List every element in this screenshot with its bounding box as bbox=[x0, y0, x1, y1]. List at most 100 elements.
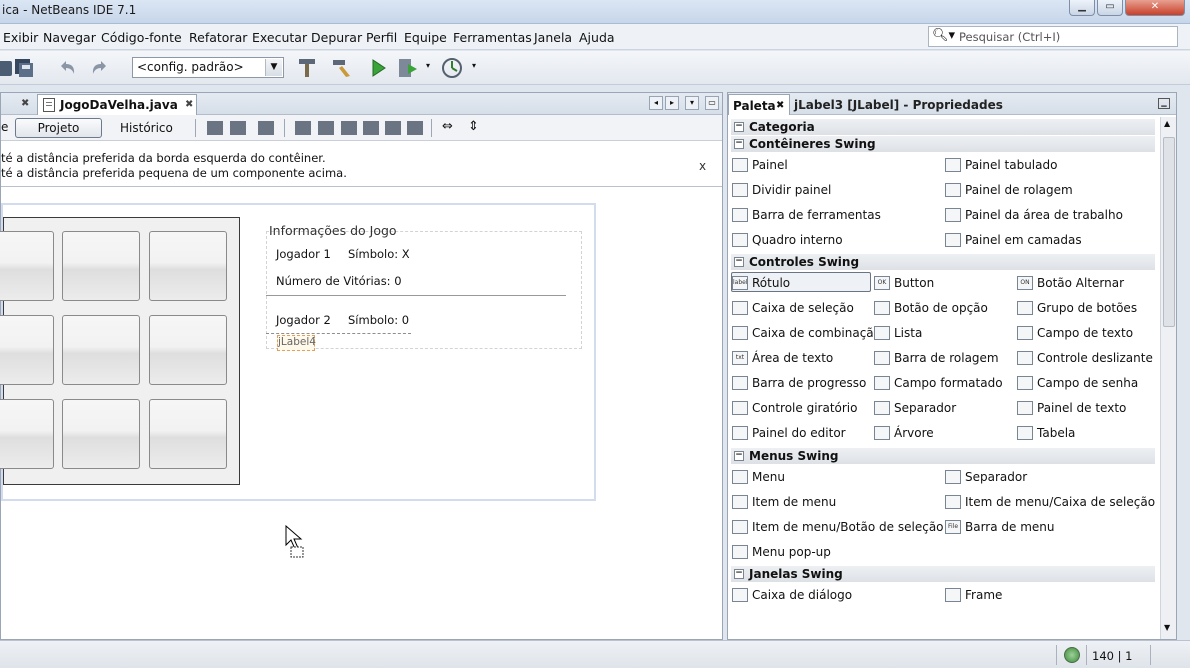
board-cell[interactable] bbox=[149, 231, 227, 301]
notification-globe-icon[interactable] bbox=[1064, 647, 1080, 663]
build-hammer-icon[interactable] bbox=[295, 56, 319, 80]
menu-bar-icon: File bbox=[945, 520, 961, 534]
category-menus[interactable]: − Menus Swing bbox=[731, 448, 1155, 464]
jframe-form[interactable]: Informações do Jogo Jogador 1 Símbolo: X… bbox=[0, 203, 596, 501]
menu-codigo-fonte[interactable]: Código-fonte bbox=[101, 30, 182, 45]
scroll-thumb[interactable] bbox=[1163, 137, 1175, 327]
selection-mode-icon[interactable] bbox=[207, 121, 223, 135]
change-vertical-resizability-icon[interactable]: ⇕ bbox=[468, 119, 479, 134]
search-box[interactable]: 🔍︎▾ Pesquisar (Ctrl+I) bbox=[928, 26, 1178, 47]
minimize-window-icon[interactable]: ▁ bbox=[1158, 98, 1170, 109]
configuration-select[interactable]: <config. padrão> ▼ bbox=[132, 57, 284, 78]
toolbar-separator bbox=[195, 119, 196, 137]
change-horizontal-resizability-icon[interactable]: ⇔ bbox=[442, 119, 453, 134]
menu-depurar[interactable]: Depurar bbox=[311, 30, 362, 45]
separator-line[interactable] bbox=[266, 295, 566, 296]
caret-position: 140 | 1 bbox=[1092, 649, 1133, 663]
close-tab-icon[interactable]: ✖ bbox=[185, 99, 193, 110]
menu-exibir[interactable]: Exibir bbox=[3, 30, 38, 45]
scroll-down-icon[interactable]: ▼ bbox=[1164, 623, 1170, 632]
close-button[interactable]: ✕ bbox=[1125, 0, 1185, 16]
align-right-icon[interactable] bbox=[318, 121, 334, 135]
minimize-button[interactable]: ▁ bbox=[1069, 0, 1095, 16]
palette-item-rotulo[interactable]: label Rótulo bbox=[731, 272, 871, 292]
chevron-down-icon: ▼ bbox=[265, 59, 282, 76]
redo-icon[interactable] bbox=[88, 56, 112, 80]
tab-design[interactable]: Projeto bbox=[15, 118, 102, 138]
category-header[interactable]: − Categoria bbox=[731, 119, 1155, 135]
player1-label[interactable]: Jogador 1 bbox=[276, 247, 331, 261]
board-cell[interactable] bbox=[0, 315, 54, 385]
board-cell[interactable] bbox=[149, 399, 227, 469]
menu-ajuda[interactable]: Ajuda bbox=[579, 30, 615, 45]
clean-build-icon[interactable] bbox=[330, 56, 354, 80]
board-cell[interactable] bbox=[62, 231, 140, 301]
tab-list-icon[interactable]: ▾ bbox=[685, 96, 699, 110]
close-hint-button[interactable]: x bbox=[699, 159, 706, 173]
player2-symbol-label[interactable]: Símbolo: 0 bbox=[348, 313, 409, 327]
text-pane-icon bbox=[1017, 401, 1033, 415]
wins-label[interactable]: Número de Vitórias: 0 bbox=[276, 274, 402, 288]
center-vertical-icon[interactable] bbox=[407, 121, 423, 135]
design-canvas[interactable]: Informações do Jogo Jogador 1 Símbolo: X… bbox=[0, 187, 722, 639]
dialog-icon bbox=[732, 588, 748, 602]
palette-window: Paleta ✖ jLabel3 [JLabel] - Propriedades… bbox=[727, 92, 1177, 640]
menu-equipe[interactable]: Equipe bbox=[404, 30, 447, 45]
debug-icon[interactable] bbox=[396, 56, 420, 80]
profile-icon[interactable] bbox=[440, 56, 464, 80]
tab-jogodavelha[interactable]: JogoDaVelha.java ✖ bbox=[37, 94, 197, 115]
game-board-panel[interactable] bbox=[0, 217, 240, 485]
menu-ferramentas[interactable]: Ferramentas bbox=[453, 30, 532, 45]
desktop-pane-icon bbox=[945, 208, 961, 222]
run-icon[interactable] bbox=[366, 56, 390, 80]
menu-executar[interactable]: Executar bbox=[252, 30, 307, 45]
close-tab-icon[interactable]: ✖ bbox=[776, 100, 784, 111]
undo-icon[interactable] bbox=[55, 56, 79, 80]
menu-perfil[interactable]: Perfil bbox=[366, 30, 397, 45]
tab-source[interactable]: e bbox=[1, 120, 8, 134]
minimize-window-icon[interactable]: ▭ bbox=[705, 96, 719, 110]
board-cell[interactable] bbox=[62, 315, 140, 385]
player2-label[interactable]: Jogador 2 bbox=[276, 313, 331, 327]
player1-symbol-label[interactable]: Símbolo: X bbox=[348, 247, 410, 261]
checkbox-icon bbox=[732, 301, 748, 315]
category-controls[interactable]: − Controles Swing bbox=[731, 254, 1155, 270]
save-all-icon[interactable] bbox=[12, 56, 36, 80]
palette-tab-bar: Paleta ✖ jLabel3 [JLabel] - Propriedades… bbox=[728, 93, 1176, 115]
tab-palette[interactable]: Paleta ✖ bbox=[728, 94, 790, 115]
game-info-panel[interactable]: Informações do Jogo Jogador 1 Símbolo: X… bbox=[266, 223, 584, 363]
close-tab-icon[interactable]: ✖ bbox=[21, 98, 29, 109]
profile-dropdown-icon[interactable]: ▾ bbox=[472, 61, 476, 70]
radio-menu-item-icon bbox=[732, 520, 748, 534]
debug-dropdown-icon[interactable]: ▾ bbox=[426, 61, 430, 70]
category-windows[interactable]: − Janelas Swing bbox=[731, 566, 1155, 582]
menu-janela[interactable]: Janela bbox=[534, 30, 572, 45]
scroll-tabs-right-icon[interactable]: ▸ bbox=[665, 96, 679, 110]
palette-scrollbar[interactable]: ▲ ▼ bbox=[1160, 117, 1176, 639]
menu-navegar[interactable]: Navegar bbox=[43, 30, 96, 45]
scroll-up-icon[interactable]: ▲ bbox=[1164, 119, 1170, 128]
board-cell[interactable] bbox=[149, 315, 227, 385]
align-bottom-icon[interactable] bbox=[385, 121, 401, 135]
tab-properties[interactable]: jLabel3 [JLabel] - Propriedades bbox=[794, 98, 1003, 112]
maximize-button[interactable]: ▭ bbox=[1097, 0, 1123, 16]
center-horizontal-icon[interactable] bbox=[341, 121, 357, 135]
menu-bar: Exibir Navegar Código-fonte Refatorar Ex… bbox=[0, 24, 1190, 50]
connection-mode-icon[interactable] bbox=[230, 121, 246, 135]
menu-item-icon bbox=[732, 495, 748, 509]
category-containers[interactable]: − Contêineres Swing bbox=[731, 136, 1155, 152]
tab-history[interactable]: Histórico bbox=[120, 121, 173, 135]
board-cell[interactable] bbox=[0, 231, 54, 301]
title-bar: ica - NetBeans IDE 7.1 ▁ ▭ ✕ bbox=[0, 0, 1190, 24]
align-left-icon[interactable] bbox=[295, 121, 311, 135]
align-top-icon[interactable] bbox=[363, 121, 379, 135]
scroll-tabs-left-icon[interactable]: ◂ bbox=[649, 96, 663, 110]
board-cell[interactable] bbox=[62, 399, 140, 469]
editor-pane-icon bbox=[732, 426, 748, 440]
scroll-pane-icon bbox=[945, 183, 961, 197]
new-jlabel-drop[interactable]: jLabel4 bbox=[277, 335, 316, 351]
preview-design-icon[interactable] bbox=[258, 121, 274, 135]
board-cell[interactable] bbox=[0, 399, 54, 469]
design-toolbar: e Projeto Histórico ⇔ ⇕ bbox=[1, 115, 722, 141]
menu-refatorar[interactable]: Refatorar bbox=[189, 30, 247, 45]
